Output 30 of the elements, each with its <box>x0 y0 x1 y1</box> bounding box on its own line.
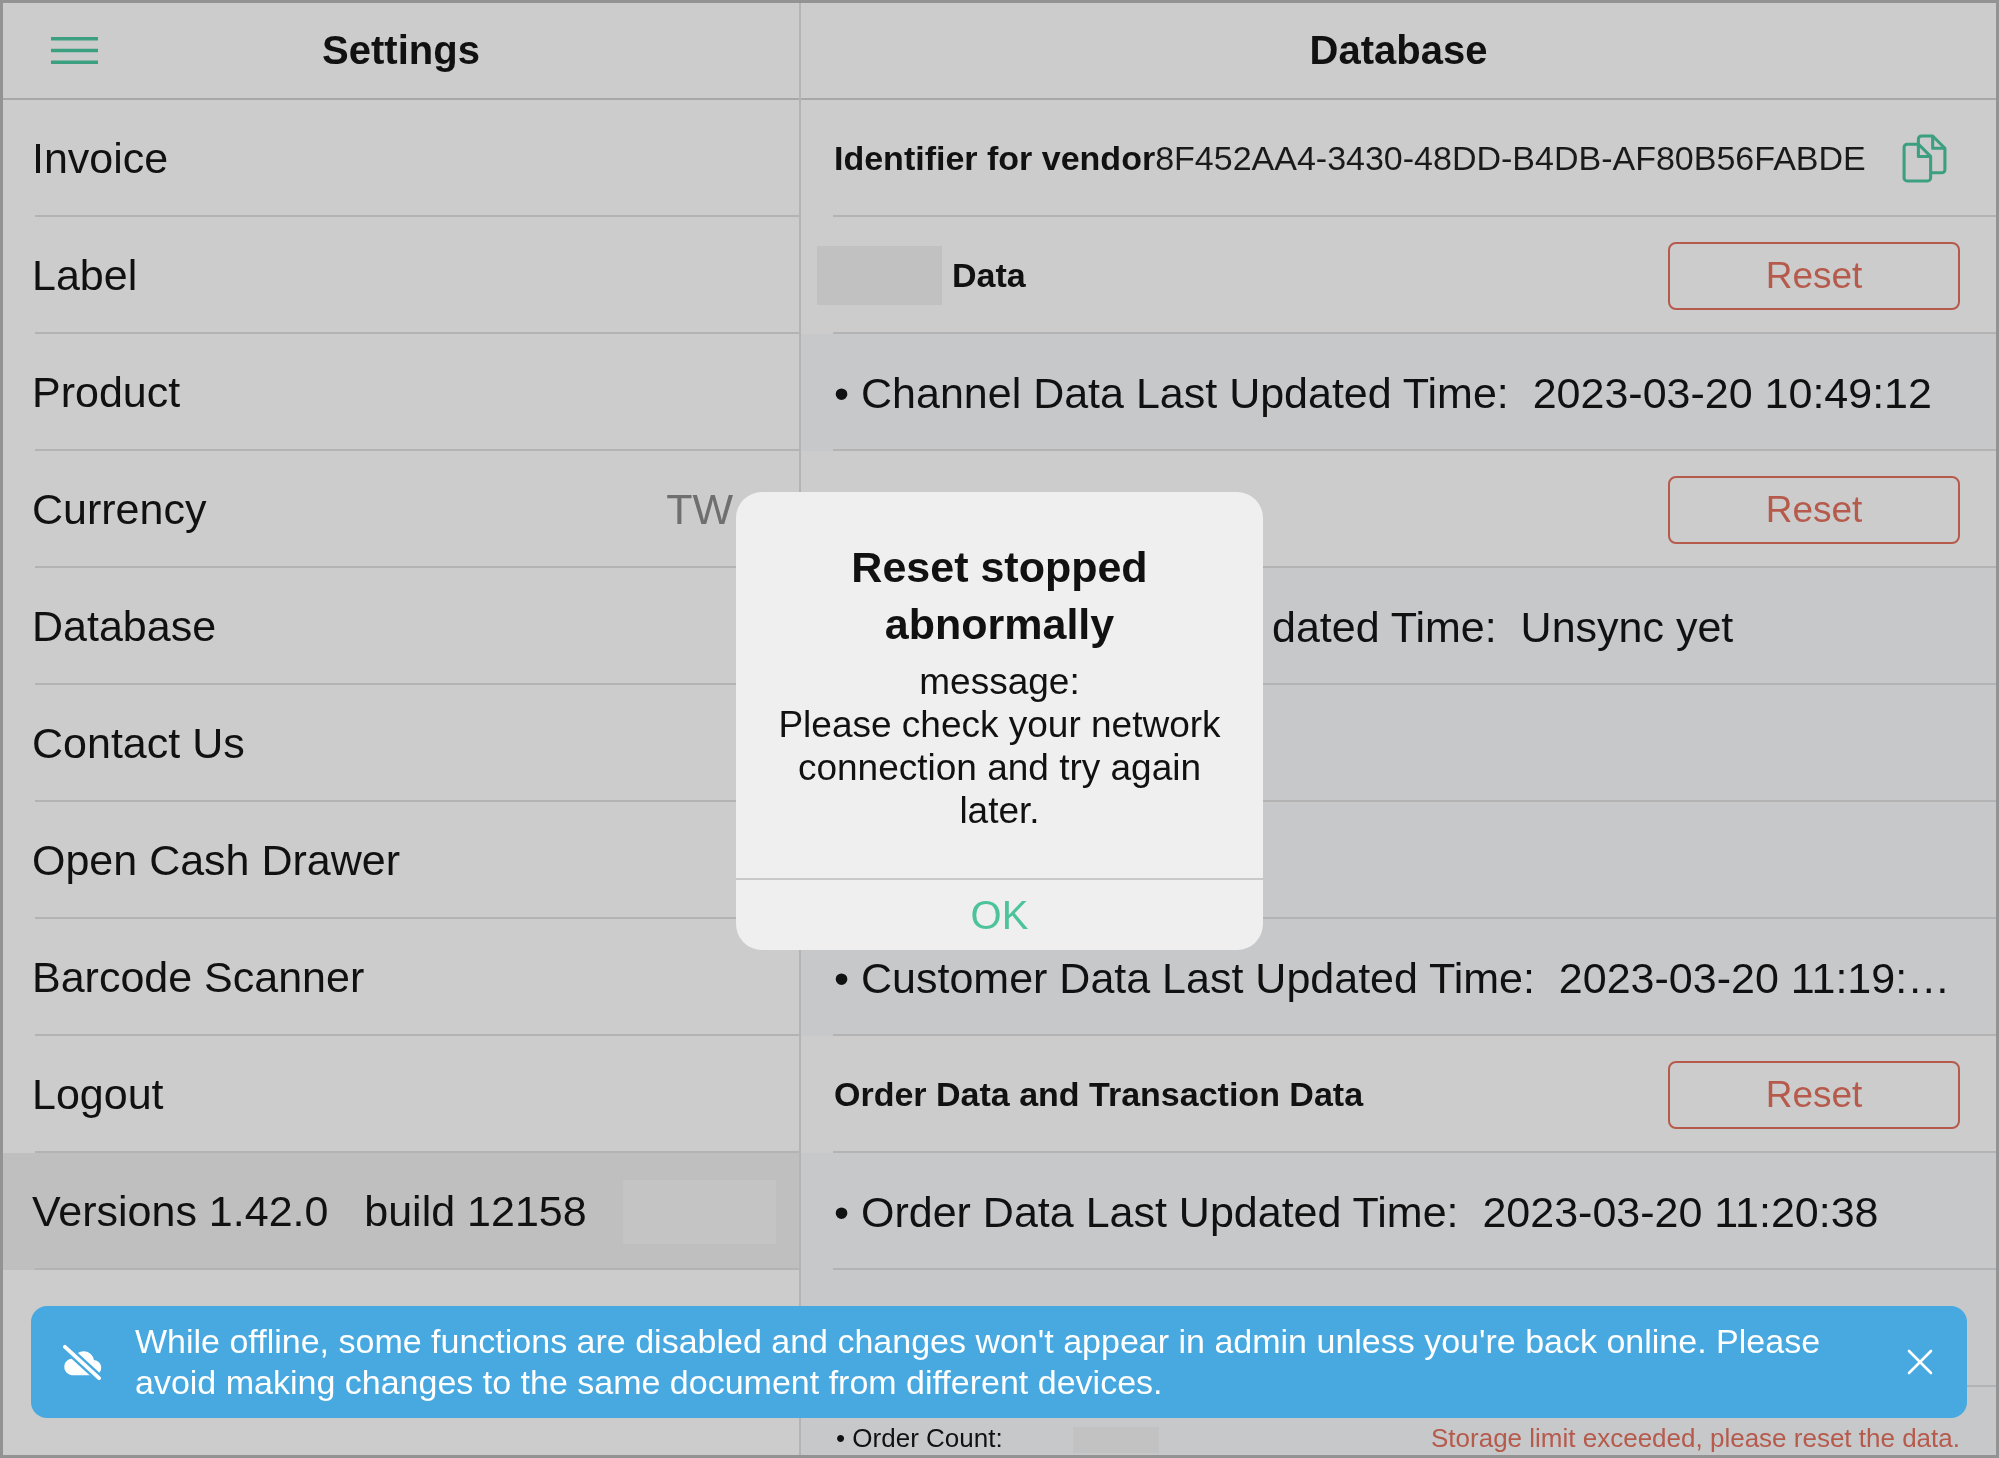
copy-icon[interactable] <box>1902 133 1947 184</box>
menu-icon[interactable] <box>51 37 98 64</box>
version-text: Versions 1.42.0 build 12158 <box>32 1187 587 1236</box>
cloud-off-icon <box>61 1344 103 1380</box>
section-title: Data <box>952 256 1026 295</box>
settings-item[interactable]: Currency <box>32 485 207 534</box>
settings-item[interactable]: Label <box>32 251 138 300</box>
header-title: Database <box>1309 28 1488 73</box>
settings-item[interactable]: Product <box>32 368 181 417</box>
sync-time-text: • Customer Data Last Updated Time: 2023-03-20 11:19:… <box>834 953 1951 1002</box>
dialog-title: Reset stopped abnormally <box>850 542 1149 650</box>
identifier-label: Identifier for vendor <box>834 139 1156 178</box>
settings-item[interactable]: Database <box>32 602 217 651</box>
sync-time-text: • Channel Data Last Updated Time: 2023-03-20 10:49:12 <box>834 368 1932 417</box>
section-title: Order Data and Transaction Data <box>834 1075 1364 1114</box>
currency-value: TW <box>666 485 733 534</box>
sync-time-text: • Order Data Last Updated Time: 2023-03-20 11:20:38 <box>834 1187 1879 1236</box>
settings-item[interactable]: Logout <box>32 1070 164 1119</box>
dialog-message: message: Please check your network connection and try again later. <box>777 660 1222 832</box>
sync-time-text: dated Time: Unsync yet <box>1272 602 1734 651</box>
order-count-label: • Order Count: <box>836 1423 1003 1453</box>
settings-item[interactable]: Barcode Scanner <box>32 953 365 1002</box>
settings-item[interactable]: Open Cash Drawer <box>32 836 401 885</box>
settings-item[interactable]: Contact Us <box>32 719 245 768</box>
identifier-value: 8F452AA4-3430-48DD-B4DB-AF80B56FABDE <box>1155 139 1866 178</box>
storage-warning: Storage limit exceeded, please reset the data. <box>1431 1423 1960 1453</box>
settings-item[interactable]: Invoice <box>32 134 169 183</box>
close-icon[interactable] <box>1907 1349 1933 1375</box>
banner-message: While offline, some functions are disabled and changes won't appear in admin unless you're back online. Please avoid making changes to the same document from different devices. <box>135 1321 1822 1403</box>
header-title: Settings <box>322 28 480 73</box>
